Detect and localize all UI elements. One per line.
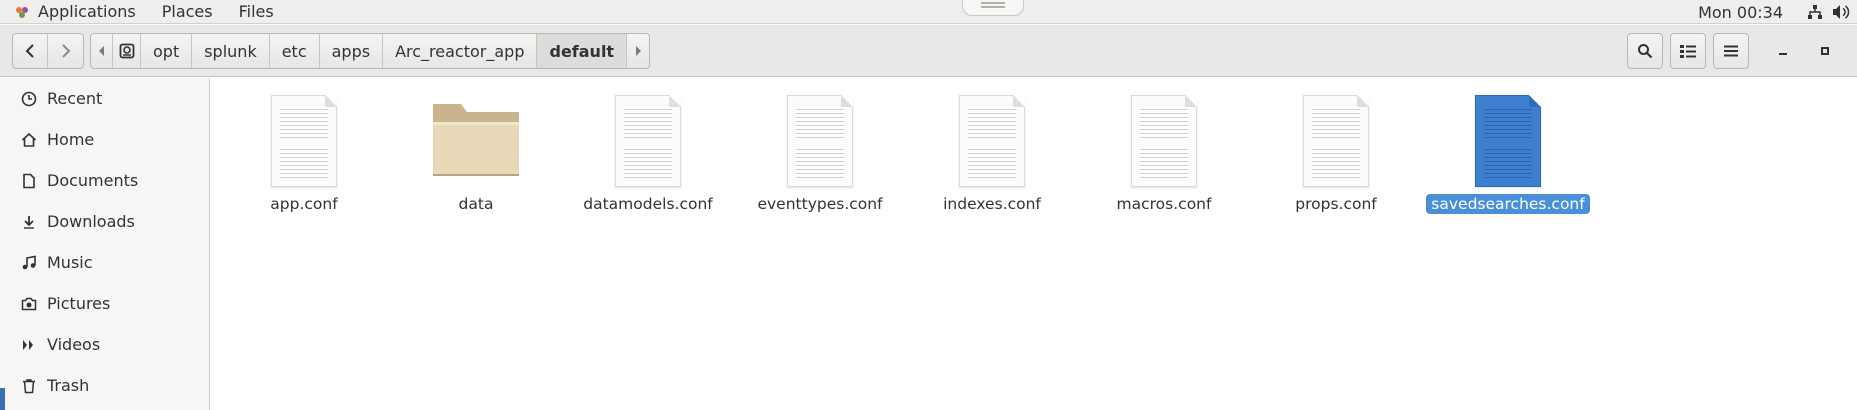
maximize-button[interactable] bbox=[1813, 39, 1837, 63]
text-file-icon bbox=[1114, 94, 1214, 188]
sidebar-item-label: Recent bbox=[47, 89, 103, 108]
text-file-icon bbox=[1458, 94, 1558, 188]
search-button[interactable] bbox=[1627, 33, 1663, 69]
file-item[interactable]: app.conf bbox=[229, 94, 379, 214]
text-file-icon bbox=[942, 94, 1042, 188]
hamburger-icon bbox=[1724, 45, 1738, 57]
maximize-icon bbox=[1821, 47, 1829, 55]
volume-icon[interactable] bbox=[1831, 2, 1851, 22]
music-icon bbox=[20, 254, 38, 272]
places-menu[interactable]: Places bbox=[149, 0, 226, 24]
sidebar-item-label: Pictures bbox=[47, 294, 111, 313]
video-icon bbox=[20, 336, 38, 354]
folder-item[interactable]: data bbox=[401, 94, 551, 214]
forward-button[interactable] bbox=[48, 34, 83, 68]
download-icon bbox=[20, 213, 38, 231]
camera-icon bbox=[20, 295, 38, 313]
file-item[interactable]: indexes.conf bbox=[917, 94, 1067, 214]
top-panel: Applications Places Files Mon 00:34 bbox=[0, 0, 1857, 24]
sidebar-item-trash[interactable]: Trash bbox=[0, 365, 209, 406]
sidebar-item-videos[interactable]: Videos bbox=[0, 324, 209, 365]
back-button[interactable] bbox=[13, 34, 48, 68]
files-menu[interactable]: Files bbox=[226, 0, 287, 24]
sidebar-item-documents[interactable]: Documents bbox=[0, 160, 209, 201]
network-icon[interactable] bbox=[1805, 2, 1825, 22]
places-sidebar: Recent Home Documents Downloads Music Pi… bbox=[0, 78, 210, 410]
file-name: datamodels.conf bbox=[583, 195, 713, 213]
file-name: indexes.conf bbox=[943, 195, 1041, 213]
sidebar-item-label: Music bbox=[47, 253, 93, 272]
crumb-arc-reactor-app[interactable]: Arc_reactor_app bbox=[383, 34, 538, 68]
file-name: macros.conf bbox=[1116, 195, 1212, 213]
crumb-splunk[interactable]: splunk bbox=[192, 34, 270, 68]
document-icon bbox=[20, 172, 38, 190]
folder-icon bbox=[426, 94, 526, 188]
crumb-opt[interactable]: opt bbox=[141, 34, 193, 68]
header-bar: opt splunk etc apps Arc_reactor_app defa… bbox=[0, 25, 1857, 77]
list-view-icon bbox=[1680, 45, 1696, 58]
triangle-right-icon bbox=[636, 46, 642, 56]
view-toggle-button[interactable] bbox=[1670, 33, 1706, 69]
sidebar-scroll-indicator bbox=[0, 388, 5, 410]
crumb-default[interactable]: default bbox=[537, 34, 628, 68]
sidebar-item-label: Home bbox=[47, 130, 95, 149]
file-item[interactable]: props.conf bbox=[1261, 94, 1411, 214]
text-file-icon bbox=[1286, 94, 1386, 188]
navigation-buttons bbox=[12, 33, 84, 69]
file-name: app.conf bbox=[270, 195, 338, 213]
file-name: eventtypes.conf bbox=[757, 195, 883, 213]
sidebar-item-label: Documents bbox=[47, 171, 139, 190]
file-name: savedsearches.conf bbox=[1426, 194, 1590, 214]
panel-handle[interactable] bbox=[962, 0, 1024, 16]
home-icon bbox=[20, 131, 38, 149]
sidebar-item-recent[interactable]: Recent bbox=[0, 78, 209, 119]
sidebar-item-label: Videos bbox=[47, 335, 101, 354]
trash-icon bbox=[20, 377, 38, 395]
triangle-left-icon bbox=[98, 46, 104, 56]
minimize-button[interactable] bbox=[1771, 39, 1795, 63]
minimize-icon bbox=[1779, 53, 1787, 55]
file-grid: app.conf data datamodels.conf eventtypes… bbox=[211, 78, 1857, 410]
menu-button[interactable] bbox=[1713, 33, 1749, 69]
applications-icon bbox=[14, 4, 30, 20]
file-item[interactable]: eventtypes.conf bbox=[745, 94, 895, 214]
text-file-icon bbox=[254, 94, 354, 188]
search-icon bbox=[1638, 44, 1653, 59]
path-scroll-left-button[interactable] bbox=[91, 34, 113, 68]
applications-menu[interactable]: Applications bbox=[38, 0, 149, 24]
path-scroll-right-button[interactable] bbox=[627, 34, 649, 68]
file-item[interactable]: macros.conf bbox=[1089, 94, 1239, 214]
clock-icon bbox=[20, 90, 38, 108]
sidebar-item-label: Trash bbox=[47, 376, 90, 395]
file-name: props.conf bbox=[1295, 195, 1377, 213]
sidebar-item-home[interactable]: Home bbox=[0, 119, 209, 160]
chevron-right-icon bbox=[61, 44, 70, 58]
sidebar-item-label: Downloads bbox=[47, 212, 135, 231]
file-item[interactable]: datamodels.conf bbox=[573, 94, 723, 214]
sidebar-item-music[interactable]: Music bbox=[0, 242, 209, 283]
crumb-filesystem-root[interactable] bbox=[113, 34, 141, 68]
text-file-icon bbox=[770, 94, 870, 188]
sidebar-item-pictures[interactable]: Pictures bbox=[0, 283, 209, 324]
text-file-icon bbox=[598, 94, 698, 188]
crumb-apps[interactable]: apps bbox=[320, 34, 384, 68]
chevron-left-icon bbox=[25, 44, 34, 58]
crumb-etc[interactable]: etc bbox=[270, 34, 320, 68]
drive-icon bbox=[119, 43, 134, 59]
clock[interactable]: Mon 00:34 bbox=[1698, 3, 1783, 22]
path-bar: opt splunk etc apps Arc_reactor_app defa… bbox=[90, 33, 651, 69]
folder-name: data bbox=[458, 195, 494, 213]
file-item-selected[interactable]: savedsearches.conf bbox=[1426, 94, 1590, 214]
sidebar-item-downloads[interactable]: Downloads bbox=[0, 201, 209, 242]
